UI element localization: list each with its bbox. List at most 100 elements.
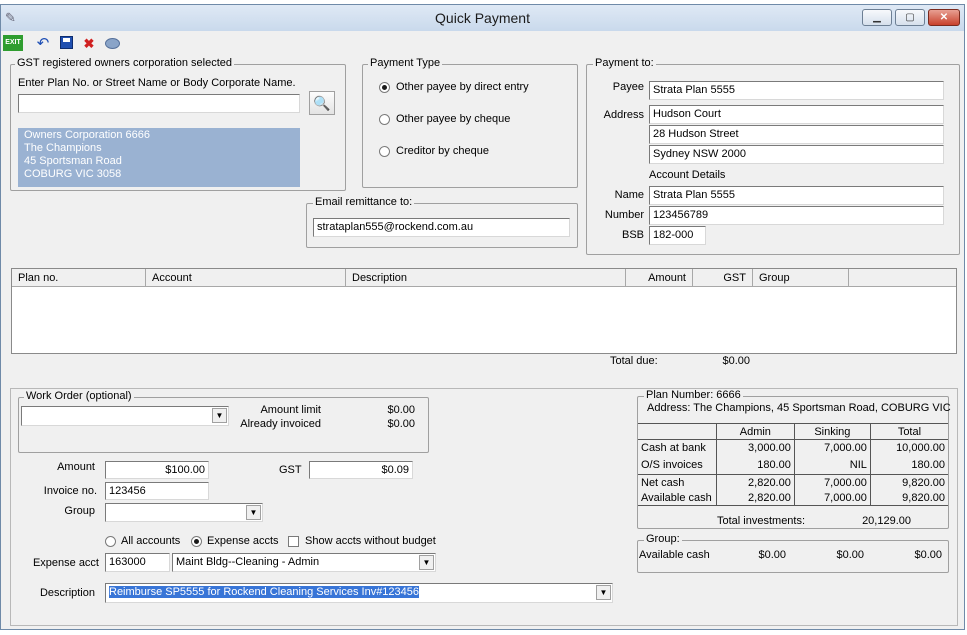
account-number-label: Number: [604, 209, 644, 221]
address-line-3-input[interactable]: Sydney NSW 2000: [649, 145, 944, 164]
group-available-cash-label: Available cash: [639, 549, 710, 561]
selected-corporation-list[interactable]: Owners Corporation 6666 The Champions 45…: [18, 128, 300, 187]
expense-acct-select[interactable]: Maint Bldg--Cleaning - Admin ▼: [172, 553, 436, 572]
plan-number: Plan Number: 6666: [644, 389, 743, 401]
payment-type-cheque-label[interactable]: Other payee by cheque: [396, 113, 510, 125]
payment-to-legend: Payment to:: [593, 57, 656, 69]
payment-type-creditor-radio[interactable]: [379, 146, 390, 157]
gst-label: GST: [279, 464, 302, 476]
cash-at-bank-sinking: 7,000.00: [793, 439, 871, 455]
all-accounts-radio[interactable]: [105, 536, 116, 547]
invoice-no-input[interactable]: 123456: [105, 482, 209, 500]
quick-payment-window: ✎ Quick Payment ▁ ▢ ✕ EXIT ↶ ✖ GST regis…: [0, 4, 965, 630]
exit-button[interactable]: EXIT: [3, 35, 23, 51]
database-button[interactable]: [102, 34, 122, 54]
expense-accts-radio[interactable]: [191, 536, 202, 547]
row-label: Available cash: [638, 490, 717, 506]
already-invoiced-value: $0.00: [387, 418, 415, 430]
chevron-down-icon[interactable]: ▼: [419, 555, 434, 570]
group-available-cash-total: $0.00: [914, 549, 942, 561]
maximize-icon: ▢: [905, 12, 915, 23]
address-line-2-input[interactable]: 28 Hudson Street: [649, 125, 944, 144]
database-icon: [104, 38, 120, 49]
search-button[interactable]: 🔍: [309, 91, 335, 115]
column-header-account[interactable]: Account: [146, 269, 346, 287]
net-cash-sinking: 7,000.00: [793, 474, 871, 490]
chevron-down-icon[interactable]: ▼: [246, 505, 261, 520]
expense-accts-label[interactable]: Expense accts: [207, 535, 279, 547]
selected-corporation-line: Owners Corporation 6666: [24, 129, 150, 141]
title-bar[interactable]: ✎ Quick Payment ▁ ▢ ✕: [1, 5, 964, 31]
close-button[interactable]: ✕: [928, 9, 960, 26]
available-cash-admin: 2,820.00: [715, 490, 795, 506]
column-header-plan-no[interactable]: Plan no.: [12, 269, 146, 287]
group-available-cash-admin: $0.00: [758, 549, 786, 561]
description-input[interactable]: Reimburse SP5555 for Rockend Cleaning Se…: [105, 583, 613, 603]
address-label: Address: [603, 109, 644, 121]
all-accounts-label[interactable]: All accounts: [121, 535, 180, 547]
column-header-description[interactable]: Description: [346, 269, 626, 287]
column-header-gst[interactable]: GST: [693, 269, 753, 287]
minimize-button[interactable]: ▁: [862, 9, 892, 26]
payment-lines-grid[interactable]: Plan no. Account Description Amount GST …: [11, 268, 957, 354]
payee-input[interactable]: Strata Plan 5555: [649, 81, 944, 100]
undo-button[interactable]: ↶: [33, 34, 53, 54]
amount-label: Amount: [57, 461, 95, 473]
address-line-1-input[interactable]: Hudson Court: [649, 105, 944, 124]
balances-header-total: Total: [869, 423, 948, 440]
group-available-cash-sinking: $0.00: [836, 549, 864, 561]
total-due-value: $0.00: [722, 355, 750, 367]
show-accts-without-budget-checkbox[interactable]: [288, 536, 299, 547]
expense-acct-name: Maint Bldg--Cleaning - Admin: [176, 556, 320, 568]
os-invoices-total: 180.00: [869, 455, 948, 475]
account-number-input[interactable]: 123456789: [649, 206, 944, 225]
row-label: Net cash: [641, 476, 685, 489]
group-select[interactable]: ▼: [105, 503, 263, 522]
delete-icon: ✖: [83, 36, 95, 51]
selected-corporation-line: The Champions: [24, 142, 102, 154]
amount-input[interactable]: $100.00: [105, 461, 209, 479]
window-title: Quick Payment: [435, 10, 530, 26]
total-investments-value: 20,129.00: [862, 515, 911, 527]
save-button[interactable]: [56, 34, 76, 54]
plan-address: Address: The Champions, 45 Sportsman Roa…: [647, 402, 951, 414]
undo-icon: ↶: [36, 35, 50, 52]
column-header-amount[interactable]: Amount: [626, 269, 693, 287]
maximize-button[interactable]: ▢: [895, 9, 925, 26]
email-remittance-input[interactable]: strataplan555@rockend.com.au: [313, 218, 570, 237]
save-icon: [59, 36, 73, 49]
payment-type-creditor-label[interactable]: Creditor by cheque: [396, 145, 489, 157]
os-invoices-sinking: NIL: [793, 455, 871, 475]
gst-group-legend: GST registered owners corporation select…: [15, 57, 235, 69]
expense-acct-label: Expense acct: [32, 557, 99, 569]
expense-acct-code-input[interactable]: 163000: [105, 553, 170, 572]
amount-limit-value: $0.00: [387, 404, 415, 416]
exit-icon: EXIT: [5, 39, 21, 46]
plan-search-prompt: Enter Plan No. or Street Name or Body Co…: [18, 77, 296, 89]
net-cash-admin: 2,820.00: [715, 474, 795, 490]
payment-type-legend: Payment Type: [368, 57, 443, 69]
balances-header-admin: Admin: [715, 423, 795, 440]
payment-type-cheque-radio[interactable]: [379, 114, 390, 125]
gst-input[interactable]: $0.09: [309, 461, 413, 479]
close-icon: ✕: [939, 12, 949, 23]
group-summary-legend: Group:: [644, 533, 682, 545]
os-invoices-admin: 180.00: [715, 455, 795, 475]
delete-button[interactable]: ✖: [79, 34, 99, 54]
payment-type-direct-label[interactable]: Other payee by direct entry: [396, 81, 529, 93]
selected-corporation-line: 45 Sportsman Road: [24, 155, 122, 167]
cash-at-bank-total: 10,000.00: [869, 439, 948, 455]
bsb-input[interactable]: 182-000: [649, 226, 706, 245]
column-header-group[interactable]: Group: [753, 269, 849, 287]
account-name-input[interactable]: Strata Plan 5555: [649, 186, 944, 205]
already-invoiced-label: Already invoiced: [240, 418, 321, 430]
payment-type-direct-radio[interactable]: [379, 82, 390, 93]
chevron-down-icon[interactable]: ▼: [596, 585, 611, 600]
balances-header-blank: [638, 423, 717, 440]
available-cash-total: 9,820.00: [869, 490, 948, 506]
column-header-blank: [849, 269, 956, 287]
plan-search-input[interactable]: [18, 94, 300, 113]
work-order-select[interactable]: ▼: [21, 406, 229, 426]
show-accts-without-budget-label[interactable]: Show accts without budget: [305, 535, 436, 547]
available-cash-sinking: 7,000.00: [793, 490, 871, 506]
